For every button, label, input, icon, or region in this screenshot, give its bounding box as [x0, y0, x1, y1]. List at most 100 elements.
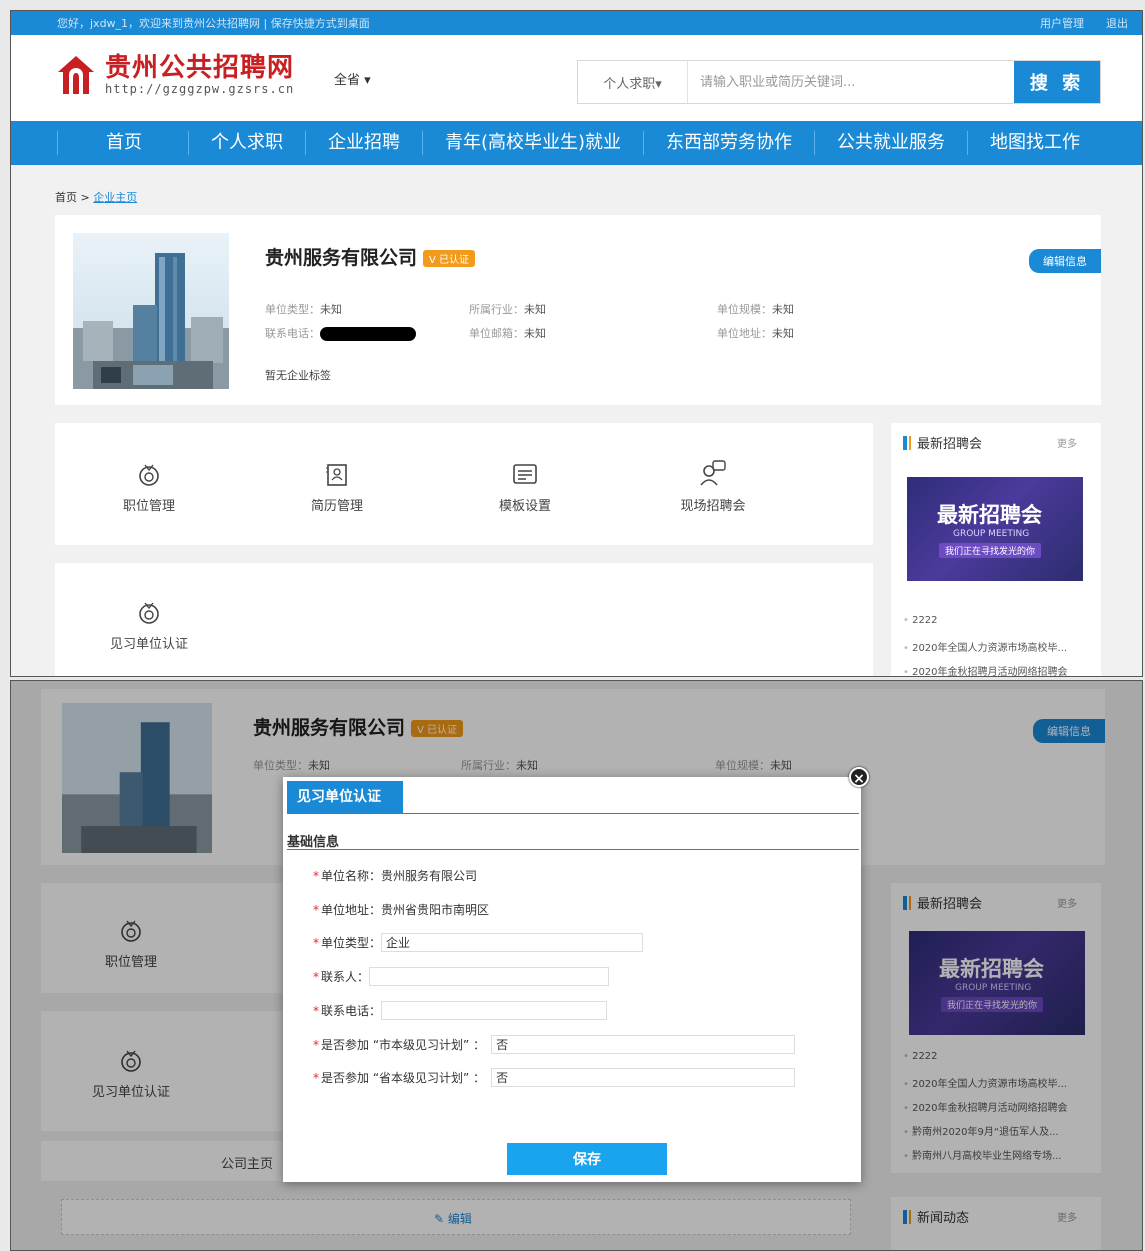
unit-address-value: 贵州省贵阳市南明区	[381, 903, 490, 917]
tools-panel: 职位管理 简历管理 模板设置 现场招聘会	[55, 423, 873, 545]
breadcrumb-home[interactable]: 首页	[55, 191, 77, 204]
more-link[interactable]: 更多	[1057, 435, 1077, 450]
phone-input[interactable]	[381, 1001, 608, 1020]
tool-resume-management[interactable]: 简历管理	[277, 463, 397, 514]
row-phone: * 联系电话：	[313, 1001, 608, 1020]
site-url: http://gzggzpw.gzsrs.cn	[105, 82, 295, 96]
required-mark: *	[313, 1003, 319, 1018]
tool-intern-certification[interactable]: 见习单位认证	[89, 601, 209, 652]
search-type-dropdown[interactable]: 个人求职▾	[578, 61, 688, 103]
required-mark: *	[313, 969, 319, 984]
nav-job-seeking[interactable]: 个人求职	[188, 131, 305, 155]
section-basic-info: 基础信息	[287, 835, 340, 850]
tool-label: 模板设置	[498, 499, 551, 514]
save-button[interactable]: 保存	[507, 1143, 667, 1175]
template-icon	[513, 464, 537, 484]
redacted-phone	[320, 327, 416, 341]
no-tags-text: 暂无企业标签	[265, 369, 331, 382]
tab-underline	[287, 813, 859, 814]
edit-info-button[interactable]: 编辑信息	[1029, 249, 1101, 273]
row-unit-name: * 单位名称： 贵州服务有限公司	[313, 867, 477, 884]
field-label: 单位名称：	[321, 869, 382, 883]
info-industry: 所属行业：未知	[469, 303, 546, 316]
field-label: 是否参加 “市本级见习计划” ：	[321, 1038, 486, 1052]
info-scale: 单位规模：未知	[717, 303, 794, 316]
resume-icon	[326, 464, 347, 486]
jobfair-banner[interactable]: 最新招聘会 GROUP MEETING 我们正在寻找发光的你	[907, 477, 1083, 581]
screenshot-root: 您好，jxdw_1，欢迎来到贵州公共招聘网 | 保存快捷方式到桌面 用户管理 退…	[0, 0, 1145, 1251]
verified-badge: V 已认证	[423, 250, 476, 267]
tools-panel-2: 见习单位认证	[55, 563, 873, 676]
search-button[interactable]: 搜 索	[1014, 61, 1100, 103]
medal-icon	[139, 464, 159, 486]
field-label: 单位地址：	[321, 903, 382, 917]
tool-label: 简历管理	[310, 499, 363, 514]
field-label: 单位类型：	[321, 936, 382, 950]
close-icon[interactable]: ×	[849, 767, 869, 787]
top-bar: 您好，jxdw_1，欢迎来到贵州公共招聘网 | 保存快捷方式到桌面 用户管理 退…	[11, 11, 1142, 35]
nav-public-service[interactable]: 公共就业服务	[814, 131, 967, 155]
site-header: 贵州公共招聘网 http://gzggzpw.gzsrs.cn 全省 ▾ 个人求…	[11, 35, 1142, 121]
user-manage-link[interactable]: 用户管理	[1040, 15, 1084, 31]
required-mark: *	[313, 1037, 319, 1052]
medal-icon	[139, 602, 159, 624]
row-contact: * 联系人：	[313, 967, 610, 986]
info-address: 单位地址：未知	[717, 327, 794, 340]
side-title: 最新招聘会	[903, 433, 982, 452]
row-city-plan: * 是否参加 “市本级见习计划” ：	[313, 1035, 796, 1054]
dialog-tab[interactable]: 见习单位认证	[287, 781, 403, 813]
field-label: 联系人：	[321, 970, 370, 984]
intern-certification-dialog: 见习单位认证 × 基础信息 * 单位名称： 贵州服务有限公司 * 单位地址： 贵…	[283, 767, 869, 1182]
main-nav: 首页 个人求职 企业招聘 青年(高校毕业生)就业 东西部劳务协作 公共就业服务 …	[11, 121, 1142, 165]
unit-name-value: 贵州服务有限公司	[381, 869, 478, 883]
breadcrumb-separator: >	[80, 191, 90, 204]
site-name: 贵州公共招聘网	[105, 53, 295, 83]
company-home-page: 您好，jxdw_1，欢迎来到贵州公共招聘网 | 保存快捷方式到桌面 用户管理 退…	[10, 10, 1143, 677]
province-plan-select[interactable]	[491, 1068, 796, 1087]
search-bar: 个人求职▾ 搜 索	[577, 60, 1101, 104]
news-item[interactable]: 2222	[903, 615, 1093, 626]
tool-job-management[interactable]: 职位管理	[89, 463, 209, 514]
tool-label: 现场招聘会	[680, 499, 746, 514]
required-mark: *	[313, 868, 319, 883]
region-selector[interactable]: 全省 ▾	[334, 69, 371, 88]
banner-slogan: 我们正在寻找发光的你	[939, 543, 1042, 558]
required-mark: *	[313, 1070, 319, 1085]
required-mark: *	[313, 902, 319, 917]
nav-map-jobs[interactable]: 地图找工作	[967, 131, 1102, 155]
city-plan-select[interactable]	[491, 1035, 796, 1054]
info-email: 单位邮箱：未知	[469, 327, 546, 340]
banner-title: 最新招聘会	[937, 503, 1042, 527]
row-province-plan: * 是否参加 “省本级见习计划” ：	[313, 1068, 796, 1087]
news-item[interactable]: 2020年全国人力资源市场高校毕...	[903, 639, 1093, 654]
nav-east-west-labor[interactable]: 东西部劳务协作	[643, 131, 814, 155]
breadcrumb-current[interactable]: 企业主页	[93, 191, 137, 204]
nav-youth-employment[interactable]: 青年(高校毕业生)就业	[422, 131, 643, 155]
news-item[interactable]: 2020年金秋招聘月活动网络招聘会	[903, 663, 1093, 676]
tool-onsite-jobfair[interactable]: 现场招聘会	[653, 459, 773, 514]
unit-type-input[interactable]	[381, 933, 644, 952]
info-unit-type: 单位类型：未知	[265, 303, 342, 316]
row-unit-address: * 单位地址： 贵州省贵阳市南明区	[313, 901, 489, 918]
section-divider	[287, 849, 859, 850]
contact-input[interactable]	[369, 967, 610, 986]
company-building-image	[73, 233, 229, 389]
nav-home[interactable]: 首页	[57, 131, 188, 155]
company-name: 贵州服务有限公司 V 已认证	[265, 243, 476, 270]
tool-template-settings[interactable]: 模板设置	[465, 463, 585, 514]
banner-subtitle: GROUP MEETING	[953, 529, 1030, 539]
site-logo[interactable]: 贵州公共招聘网 http://gzggzpw.gzsrs.cn	[55, 53, 294, 97]
required-mark: *	[313, 935, 319, 950]
nav-recruiting[interactable]: 企业招聘	[305, 131, 422, 155]
info-phone: 联系电话：	[265, 325, 416, 341]
field-label: 联系电话：	[321, 1004, 382, 1018]
field-label: 是否参加 “省本级见习计划” ：	[321, 1071, 486, 1085]
intern-certification-modal-view: 贵州服务有限公司 V 已认证 编辑信息 单位类型：未知 所属行业：未知 单位规模：…	[10, 680, 1143, 1251]
jobfair-icon	[700, 460, 726, 486]
search-input[interactable]	[688, 61, 1014, 103]
latest-jobfair-panel: 最新招聘会 更多 最新招聘会 GROUP MEETING 我们正在寻找发光的你 …	[891, 423, 1101, 676]
tool-label: 职位管理	[122, 499, 175, 514]
logout-link[interactable]: 退出	[1106, 15, 1128, 31]
company-card: 贵州服务有限公司 V 已认证 编辑信息 单位类型：未知 所属行业：未知 单位规模：…	[55, 215, 1101, 405]
row-unit-type: * 单位类型：	[313, 933, 644, 952]
